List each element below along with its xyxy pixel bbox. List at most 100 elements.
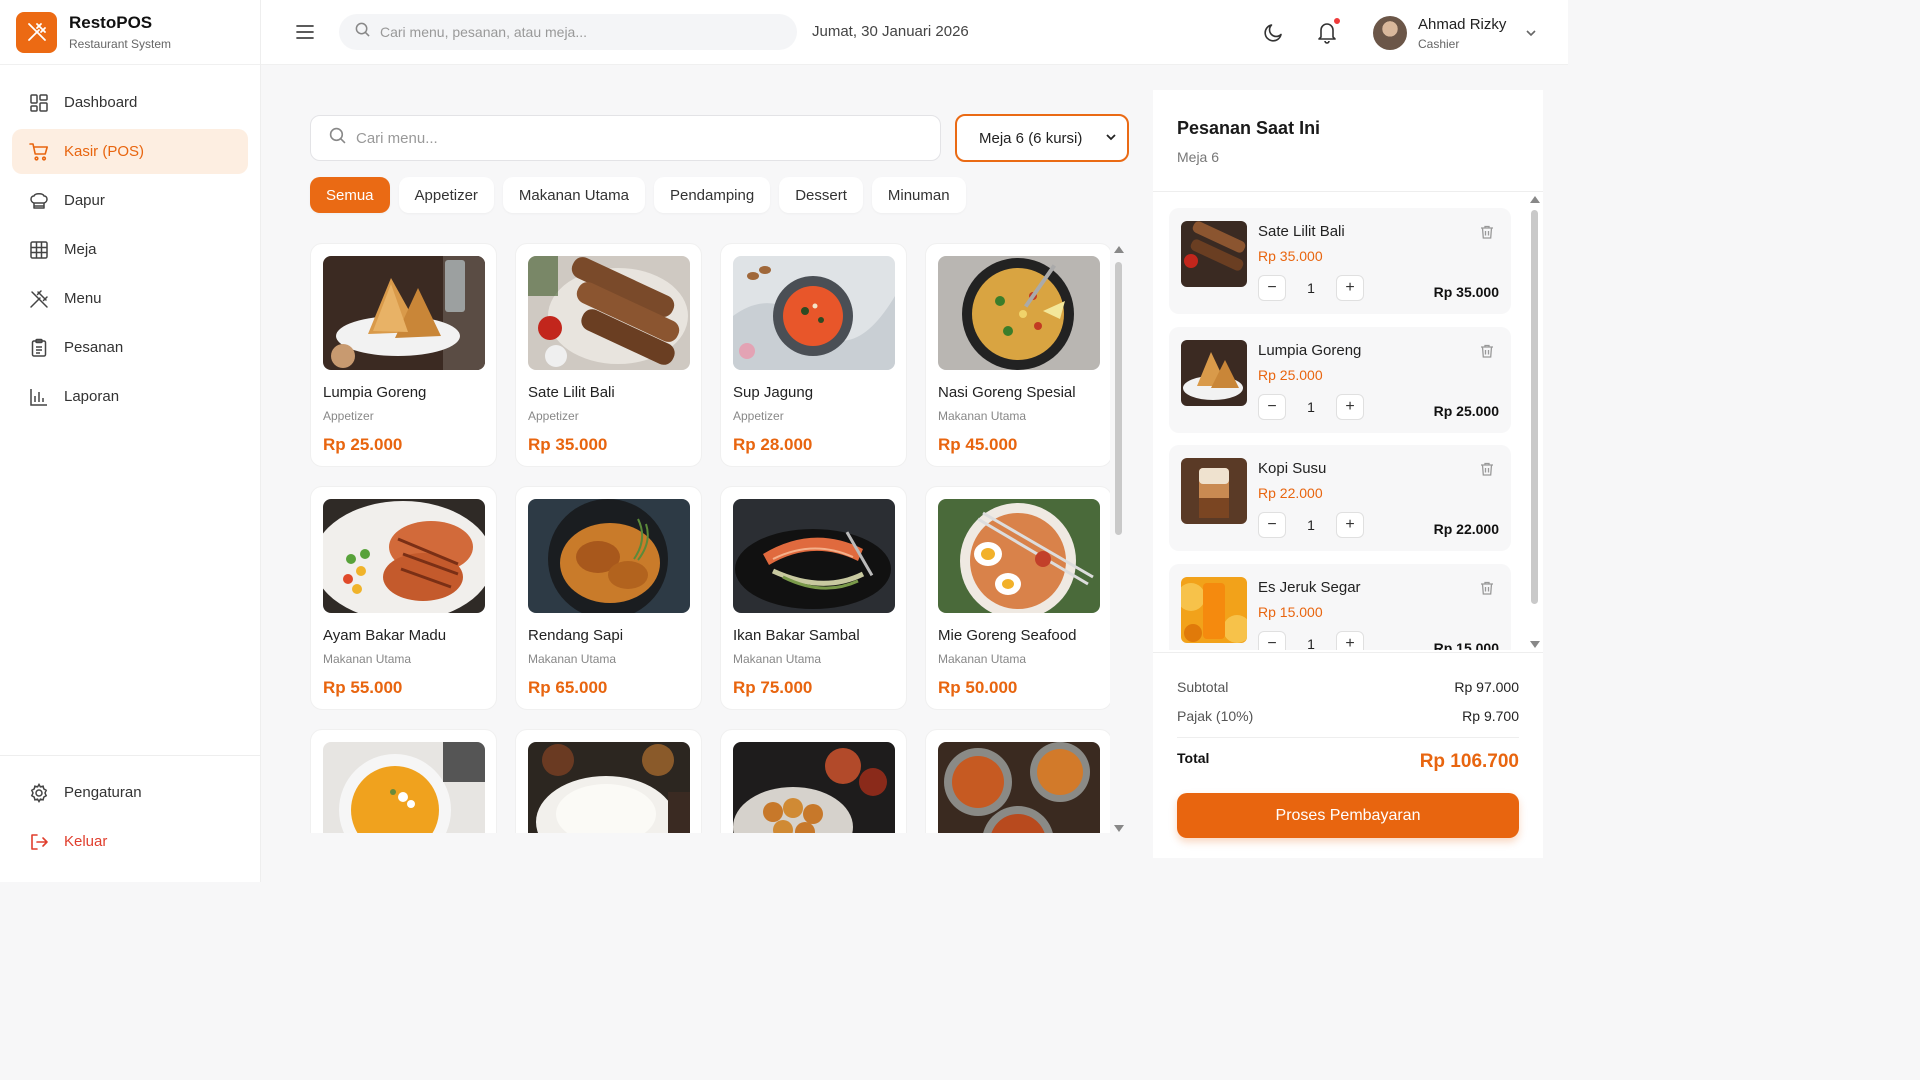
current-date: Jumat, 30 Januari 2026	[812, 23, 969, 40]
scrollbar-thumb[interactable]	[1115, 262, 1122, 535]
order-item-total: Rp 15.000	[1433, 639, 1499, 650]
table-select-value: Meja 6 (6 kursi)	[979, 129, 1083, 147]
sidebar-item-label: Menu	[64, 290, 102, 307]
menu-item-category: Makanan Utama	[938, 652, 1027, 666]
sidebar-item-pesanan[interactable]: Pesanan	[12, 325, 248, 370]
menu-card[interactable]: Rendang Sapi Makanan Utama Rp 65.000	[515, 486, 702, 710]
menu-card[interactable]: Ikan Bakar Sambal Makanan Utama Rp 75.00…	[720, 486, 907, 710]
process-payment-button[interactable]: Proses Pembayaran	[1177, 793, 1519, 838]
increase-qty-button[interactable]: +	[1336, 275, 1364, 301]
increase-qty-button[interactable]: +	[1336, 630, 1364, 650]
tab-dessert[interactable]: Dessert	[779, 177, 863, 213]
order-item: Kopi Susu Rp 22.000 − 1 + Rp 22.000	[1169, 445, 1511, 552]
global-search	[339, 14, 797, 50]
order-item-total: Rp 22.000	[1433, 521, 1499, 538]
decrease-qty-button[interactable]: −	[1258, 393, 1286, 420]
quantity-stepper: − 1 +	[1258, 393, 1364, 420]
avatar	[1373, 16, 1407, 50]
tab-pendamping[interactable]: Pendamping	[653, 177, 771, 213]
sidebar-item-keluar[interactable]: Keluar	[12, 819, 248, 864]
tab-minuman[interactable]: Minuman	[871, 177, 966, 213]
menu-card[interactable]: Sate Lilit Bali Appetizer Rp 35.000	[515, 243, 702, 467]
scroll-down-arrow-icon[interactable]	[1114, 825, 1124, 832]
menu-card[interactable]: Ayam Bakar Madu Makanan Utama Rp 55.000	[310, 486, 497, 710]
total-value: Rp 106.700	[1419, 751, 1519, 772]
hamburger-menu-icon[interactable]	[295, 22, 315, 42]
menu-item-category: Makanan Utama	[323, 652, 412, 666]
quantity-stepper: − 1 +	[1258, 630, 1364, 650]
sidebar-item-pengaturan[interactable]: Pengaturan	[12, 770, 248, 815]
menu-card[interactable]: Nasi Goreng Spesial Makanan Utama Rp 45.…	[925, 243, 1110, 467]
food-image	[323, 742, 485, 833]
utensils-icon	[28, 288, 50, 310]
trash-icon[interactable]	[1479, 461, 1495, 477]
sidebar-item-laporan[interactable]: Laporan	[12, 374, 248, 419]
order-item-image	[1181, 576, 1247, 643]
menu-item-price: Rp 25.000	[323, 435, 403, 454]
sidebar-item-label: Meja	[64, 241, 97, 258]
brand-name: RestoPOS	[69, 13, 153, 32]
sidebar-item-dashboard[interactable]: Dashboard	[12, 80, 248, 125]
brand-subtitle: Restaurant System	[69, 37, 172, 51]
tab-makanan-utama[interactable]: Makanan Utama	[502, 177, 645, 213]
quantity-value: 1	[1307, 398, 1315, 415]
order-item: Es Jeruk Segar Rp 15.000 − 1 + Rp 15.000	[1169, 563, 1511, 650]
sidebar-item-label: Pengaturan	[64, 784, 142, 801]
food-image	[528, 742, 690, 833]
order-item-image	[1181, 339, 1247, 406]
global-search-input[interactable]	[380, 24, 780, 40]
user-profile-menu[interactable]: Ahmad Rizky Cashier	[1373, 14, 1538, 52]
scrollbar-thumb[interactable]	[1531, 210, 1538, 604]
order-item-price: Rp 35.000	[1258, 248, 1323, 264]
menu-card[interactable]	[515, 729, 702, 833]
food-image	[733, 256, 895, 370]
trash-icon[interactable]	[1479, 224, 1495, 240]
sidebar-item-kasir[interactable]: Kasir (POS)	[12, 129, 248, 174]
order-scrollbar[interactable]	[1529, 196, 1541, 648]
food-image	[528, 499, 690, 613]
menu-card[interactable]	[925, 729, 1110, 833]
decrease-qty-button[interactable]: −	[1258, 275, 1286, 301]
decrease-qty-button[interactable]: −	[1258, 630, 1286, 650]
decrease-qty-button[interactable]: −	[1258, 512, 1286, 539]
increase-qty-button[interactable]: +	[1336, 512, 1364, 539]
scroll-up-arrow-icon[interactable]	[1114, 246, 1124, 253]
quantity-value: 1	[1307, 517, 1315, 534]
menu-card[interactable]	[720, 729, 907, 833]
quantity-value: 1	[1307, 280, 1315, 296]
tab-semua[interactable]: Semua	[310, 177, 390, 213]
table-select-dropdown[interactable]: Meja 6 (6 kursi)	[955, 114, 1129, 162]
sidebar-item-meja[interactable]: Meja	[12, 227, 248, 272]
menu-item-price: Rp 75.000	[733, 678, 813, 697]
trash-icon[interactable]	[1479, 343, 1495, 359]
menu-item-category: Appetizer	[733, 409, 784, 423]
brand: RestoPOS Restaurant System	[0, 0, 260, 65]
menu-item-price: Rp 45.000	[938, 435, 1018, 454]
table-grid-icon	[28, 239, 50, 261]
menu-grid: Lumpia Goreng Appetizer Rp 25.000 Sate L…	[310, 243, 1110, 833]
menu-item-name: Ayam Bakar Madu	[323, 627, 447, 644]
menu-item-category: Appetizer	[528, 409, 579, 423]
sidebar-item-dapur[interactable]: Dapur	[12, 178, 248, 223]
sidebar-item-menu[interactable]: Menu	[12, 276, 248, 321]
menu-card[interactable]: Lumpia Goreng Appetizer Rp 25.000	[310, 243, 497, 467]
dark-mode-moon-icon[interactable]	[1263, 21, 1285, 43]
menu-card[interactable]: Sup Jagung Appetizer Rp 28.000	[720, 243, 907, 467]
menu-card[interactable]: Mie Goreng Seafood Makanan Utama Rp 50.0…	[925, 486, 1110, 710]
trash-icon[interactable]	[1479, 580, 1495, 596]
tab-appetizer[interactable]: Appetizer	[398, 177, 494, 213]
order-item-image	[1181, 221, 1247, 287]
increase-qty-button[interactable]: +	[1336, 393, 1364, 420]
order-item-list: Sate Lilit Bali Rp 35.000 − 1 + Rp 35.00…	[1169, 208, 1511, 650]
dashboard-icon	[28, 92, 50, 114]
menu-item-price: Rp 50.000	[938, 678, 1018, 697]
menu-scrollbar[interactable]	[1113, 246, 1125, 832]
menu-card[interactable]	[310, 729, 497, 833]
order-item-price: Rp 25.000	[1258, 366, 1323, 383]
scroll-down-arrow-icon[interactable]	[1530, 641, 1540, 648]
food-image	[733, 499, 895, 613]
scroll-up-arrow-icon[interactable]	[1530, 196, 1540, 203]
current-order-panel: Pesanan Saat Ini Meja 6 Sate Lilit Bali …	[1153, 90, 1543, 858]
gear-icon	[28, 782, 50, 804]
menu-search-input[interactable]	[356, 129, 916, 147]
